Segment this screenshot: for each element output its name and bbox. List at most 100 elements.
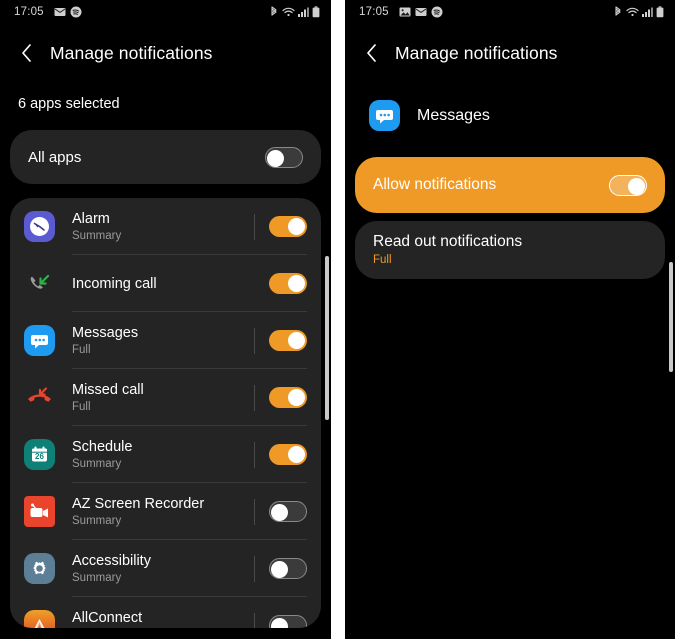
list-item-text: Schedule Summary xyxy=(72,438,132,472)
row-vertical-divider xyxy=(254,555,255,582)
app-subtitle: Summary xyxy=(72,457,122,470)
list-item[interactable]: Missed call Full xyxy=(10,369,321,426)
app-subtitle: Summary xyxy=(72,514,122,527)
toggle-knob xyxy=(288,218,305,235)
status-bar-left: 17:05 xyxy=(359,6,443,18)
app-header-name: Messages xyxy=(417,106,490,124)
toggle-knob xyxy=(271,618,288,628)
toggle-knob xyxy=(288,332,305,349)
list-item-text: Missed call Full xyxy=(72,381,144,415)
svg-text:26: 26 xyxy=(35,452,44,461)
status-bar: 17:05 xyxy=(345,0,675,24)
app-list: Alarm Summary Incoming call Messages Ful… xyxy=(10,198,321,628)
list-item[interactable]: AllConnect Summary xyxy=(10,597,321,628)
list-item-text: AZ Screen Recorder Summary xyxy=(72,495,204,529)
app-name: Alarm xyxy=(72,210,110,227)
app-name: Schedule xyxy=(72,438,133,455)
schedule-icon: 26 xyxy=(24,439,55,470)
list-item-text: Messages Full xyxy=(72,324,138,358)
toggle-knob xyxy=(267,149,284,167)
signal-icon xyxy=(298,6,309,18)
screen-recorder-icon xyxy=(24,496,55,527)
app-toggle[interactable] xyxy=(269,273,307,294)
status-bar-right xyxy=(269,6,320,18)
bluetooth-icon xyxy=(613,6,623,18)
app-toggle[interactable] xyxy=(269,444,307,465)
spotify-icon xyxy=(70,6,82,18)
app-subtitle: Summary xyxy=(72,628,142,629)
title-bar: Manage notifications xyxy=(0,24,331,70)
all-apps-row[interactable]: All apps xyxy=(10,130,321,184)
toggle-knob xyxy=(288,275,305,292)
status-bar: 17:05 xyxy=(0,0,331,24)
toggle-knob xyxy=(288,446,305,463)
messages-icon xyxy=(24,325,55,356)
app-header: Messages xyxy=(345,70,675,131)
toggle-knob xyxy=(271,504,288,521)
wifi-icon xyxy=(626,6,639,18)
list-item[interactable]: Alarm Summary xyxy=(10,198,321,255)
app-subtitle: Full xyxy=(72,400,91,413)
left-phone-screen: 17:05 Manage notifications 6 apps select… xyxy=(0,0,331,639)
app-subtitle: Full xyxy=(72,343,91,356)
wifi-icon xyxy=(282,6,295,18)
spotify-icon xyxy=(431,6,443,18)
list-item[interactable]: AZ Screen Recorder Summary xyxy=(10,483,321,540)
allconnect-icon xyxy=(24,610,55,628)
mail-icon xyxy=(415,6,427,18)
app-toggle[interactable] xyxy=(269,387,307,408)
list-item[interactable]: Incoming call xyxy=(10,255,321,312)
right-phone-screen: 17:05 Manage notifications Messages Allo… xyxy=(345,0,675,639)
page-title: Manage notifications xyxy=(395,42,558,63)
status-bar-left: 17:05 xyxy=(14,6,82,18)
scrollbar[interactable] xyxy=(325,256,329,420)
app-toggle[interactable] xyxy=(269,330,307,351)
bluetooth-icon xyxy=(269,6,279,18)
status-bar-clock: 17:05 xyxy=(359,6,389,18)
app-name: Messages xyxy=(72,324,139,341)
all-apps-label: All apps xyxy=(28,148,82,166)
page-title: Manage notifications xyxy=(50,42,213,63)
row-vertical-divider xyxy=(254,384,255,411)
alarm-icon xyxy=(24,211,55,242)
read-out-notifications-value: Full xyxy=(373,254,392,266)
row-vertical-divider xyxy=(254,612,255,628)
battery-icon xyxy=(312,6,320,18)
all-apps-toggle[interactable] xyxy=(265,146,303,168)
back-chevron-icon[interactable] xyxy=(359,40,385,66)
app-name: AZ Screen Recorder xyxy=(72,495,205,512)
app-name: Incoming call xyxy=(72,275,157,292)
allow-notifications-label: Allow notifications xyxy=(373,176,497,193)
list-item-text: AllConnect Summary xyxy=(72,609,142,629)
missed-call-icon xyxy=(24,382,55,413)
row-vertical-divider xyxy=(254,441,255,468)
list-item[interactable]: Messages Full xyxy=(10,312,321,369)
list-item-text: Incoming call xyxy=(72,275,157,293)
mail-icon xyxy=(54,6,66,18)
list-item[interactable]: 26 Schedule Summary xyxy=(10,426,321,483)
allow-notifications-row[interactable]: Allow notifications xyxy=(355,157,665,213)
accessibility-icon xyxy=(24,553,55,584)
title-bar: Manage notifications xyxy=(345,24,675,70)
toggle-knob xyxy=(628,177,645,195)
read-out-notifications-row[interactable]: Read out notifications Full xyxy=(355,221,665,279)
list-item-text: Accessibility Summary xyxy=(72,552,151,586)
app-toggle[interactable] xyxy=(269,501,307,522)
app-name: Accessibility xyxy=(72,552,151,569)
read-out-notifications-label: Read out notifications xyxy=(373,233,523,250)
screen-gap-divider xyxy=(331,0,345,639)
app-toggle[interactable] xyxy=(269,558,307,579)
signal-icon xyxy=(642,6,653,18)
toggle-knob xyxy=(271,561,288,578)
status-bar-clock: 17:05 xyxy=(14,6,44,18)
list-item-text: Alarm Summary xyxy=(72,210,121,244)
status-bar-right xyxy=(613,6,664,18)
app-toggle[interactable] xyxy=(269,615,307,628)
allow-notifications-toggle[interactable] xyxy=(609,174,647,196)
scrollbar[interactable] xyxy=(669,262,673,372)
row-vertical-divider xyxy=(254,327,255,354)
back-chevron-icon[interactable] xyxy=(14,40,40,66)
app-toggle[interactable] xyxy=(269,216,307,237)
list-item[interactable]: Accessibility Summary xyxy=(10,540,321,597)
dual-screenshot-container: 17:05 Manage notifications 6 apps select… xyxy=(0,0,675,639)
